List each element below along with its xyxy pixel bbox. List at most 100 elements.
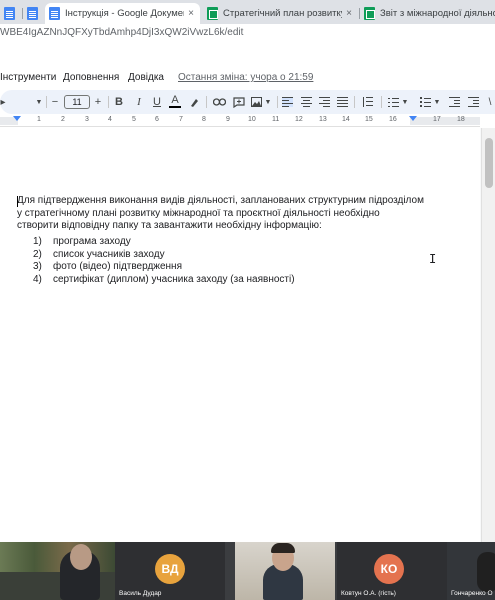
paragraph-line: створити відповідну папку та завантажити… xyxy=(17,220,322,231)
insert-image-icon[interactable] xyxy=(250,94,263,110)
document-page[interactable] xyxy=(0,128,480,542)
align-center-icon[interactable] xyxy=(301,97,312,107)
bulleted-list-icon[interactable] xyxy=(420,97,431,107)
list-number: 2) xyxy=(33,248,42,260)
docs-icon xyxy=(4,7,15,20)
menu-help[interactable]: Довідка xyxy=(128,72,164,83)
ruler-number: 3 xyxy=(85,116,89,123)
browser-tab-5[interactable]: Звіт з міжнародної діяльності xyxy=(360,3,495,24)
increase-indent-icon[interactable] xyxy=(468,97,479,107)
list-number: 3) xyxy=(33,261,42,272)
sheets-icon xyxy=(364,7,375,20)
list-item: 3) фото (відео) підтвердження xyxy=(33,261,295,274)
numbered-list[interactable]: 1) програма заходу 2) список учасників зах… xyxy=(33,236,295,286)
browser-tab-1[interactable] xyxy=(0,3,22,24)
list-item-text: сертифікат (диплом) учасника заходу (за … xyxy=(53,273,295,285)
highlight-pen-icon[interactable] xyxy=(188,94,200,110)
browser-tab-active[interactable]: Інструкція - Google Документи × xyxy=(45,3,200,24)
menu-tools[interactable]: Інструменти xyxy=(0,72,56,83)
ruler-number: 12 xyxy=(295,116,303,123)
right-indent-marker-icon[interactable] xyxy=(409,116,417,121)
address-bar[interactable]: WBE4IgAZNnJQFXyTbdAmhp4DjI3xQW2iVwzL6k/e… xyxy=(0,24,495,44)
tab-title: Інструкція - Google Документи xyxy=(65,8,184,19)
browser-tab-4[interactable]: Стратегічний план розвитку міжн × xyxy=(203,3,358,24)
close-tab-icon[interactable]: × xyxy=(346,8,352,19)
list-item: 2) список учасників заходу xyxy=(33,249,295,262)
ibeam-cursor-icon: I xyxy=(429,252,437,266)
menu-addons[interactable]: Доповнення xyxy=(63,72,119,83)
ruler: 1 2 3 4 5 6 7 8 9 10 11 12 13 14 15 16 1… xyxy=(0,115,480,127)
toolbar-divider xyxy=(206,96,207,108)
ruler-number: 13 xyxy=(319,116,327,123)
text-cursor xyxy=(17,196,18,207)
italic-button[interactable]: I xyxy=(133,94,145,110)
list-item: 1) програма заходу xyxy=(33,236,295,249)
link-icon[interactable] xyxy=(212,94,226,110)
participant-video-tile[interactable] xyxy=(0,542,115,600)
ruler-number: 7 xyxy=(179,116,183,123)
list-item-text: список учасників заходу xyxy=(53,248,165,260)
sheets-icon xyxy=(207,7,218,20)
formatting-toolbar: ▸ ▼ − 11 + B I U A ▼ ▼ ▼ \ xyxy=(0,90,495,114)
chevron-down-icon[interactable]: ▼ xyxy=(433,94,441,110)
numbered-list-icon[interactable] xyxy=(388,97,399,107)
participant-video-tile[interactable]: Гончаренко О xyxy=(447,542,495,600)
chevron-down-icon[interactable]: ▼ xyxy=(401,94,409,110)
bold-button[interactable]: B xyxy=(113,94,125,110)
font-dropdown-icon[interactable]: ▼ xyxy=(34,94,44,110)
toolbar-divider xyxy=(46,96,47,108)
paragraph-line: у стратегічному плані розвитку міжнародн… xyxy=(17,207,380,219)
participant-name: Гончаренко О xyxy=(451,590,493,597)
video-call-strip: ВД Василь Дудар КО Ковтун О.А. (гість) Г… xyxy=(0,542,495,600)
vertical-scrollbar[interactable] xyxy=(481,128,495,542)
indent-marker-icon[interactable] xyxy=(13,116,21,121)
decrease-indent-icon[interactable] xyxy=(449,97,460,107)
document-paragraph[interactable]: Для підтвердження виконання видів діяльн… xyxy=(17,195,424,233)
line-spacing-icon[interactable] xyxy=(362,97,373,107)
participant-head xyxy=(70,544,92,570)
participant-hair xyxy=(271,543,295,553)
align-left-icon[interactable] xyxy=(282,97,293,107)
docs-menu-bar: Інструменти Доповнення Довідка Остання з… xyxy=(0,66,495,88)
clear-formatting-icon[interactable]: \ xyxy=(486,94,494,110)
list-number: 4) xyxy=(33,273,42,285)
justify-icon[interactable] xyxy=(337,97,348,107)
participant-name: Василь Дудар xyxy=(119,590,162,597)
align-right-icon[interactable] xyxy=(319,97,330,107)
increase-font-size-button[interactable]: + xyxy=(93,94,103,110)
ruler-number: 6 xyxy=(155,116,159,123)
toolbar-divider xyxy=(354,96,355,108)
last-edit-link[interactable]: Остання зміна: учора о 21:59 xyxy=(178,72,313,83)
toolbar-divider xyxy=(277,96,278,108)
participant-avatar-tile[interactable]: ВД Василь Дудар xyxy=(115,542,225,600)
paragraph-line: Для підтвердження виконання видів діяльн… xyxy=(17,195,424,206)
chevron-down-icon[interactable]: ▼ xyxy=(264,94,272,110)
underline-button[interactable]: U xyxy=(151,94,163,110)
text-color-button[interactable]: A xyxy=(169,94,181,108)
scrollbar-thumb[interactable] xyxy=(485,138,493,188)
comment-icon[interactable] xyxy=(232,94,245,110)
browser-tab-2[interactable] xyxy=(23,3,45,24)
list-item-text: програма заходу xyxy=(53,236,131,247)
font-family-edge[interactable]: ▸ xyxy=(0,94,6,110)
toolbar-divider xyxy=(108,96,109,108)
ruler-number: 11 xyxy=(272,116,280,123)
decrease-font-size-button[interactable]: − xyxy=(50,94,60,110)
ruler-number: 1 xyxy=(37,116,41,123)
avatar: КО xyxy=(374,554,404,584)
font-size-input[interactable]: 11 xyxy=(64,95,90,109)
ruler-number: 17 xyxy=(433,116,441,123)
docs-icon xyxy=(49,7,60,20)
ruler-right-margin xyxy=(410,117,480,125)
participant-body xyxy=(477,552,495,592)
ruler-number: 18 xyxy=(457,116,465,123)
ruler-number: 5 xyxy=(132,116,136,123)
list-number: 1) xyxy=(33,236,42,247)
ruler-number: 8 xyxy=(202,116,206,123)
participant-avatar-tile[interactable]: КО Ковтун О.А. (гість) xyxy=(337,542,447,600)
url-text[interactable]: WBE4IgAZNnJQFXyTbdAmhp4DjI3xQW2iVwzL6k/e… xyxy=(0,27,243,38)
close-tab-icon[interactable]: × xyxy=(188,8,194,19)
tab-title: Звіт з міжнародної діяльності xyxy=(380,8,495,19)
ruler-number: 14 xyxy=(342,116,350,123)
participant-video-tile[interactable] xyxy=(225,542,337,600)
